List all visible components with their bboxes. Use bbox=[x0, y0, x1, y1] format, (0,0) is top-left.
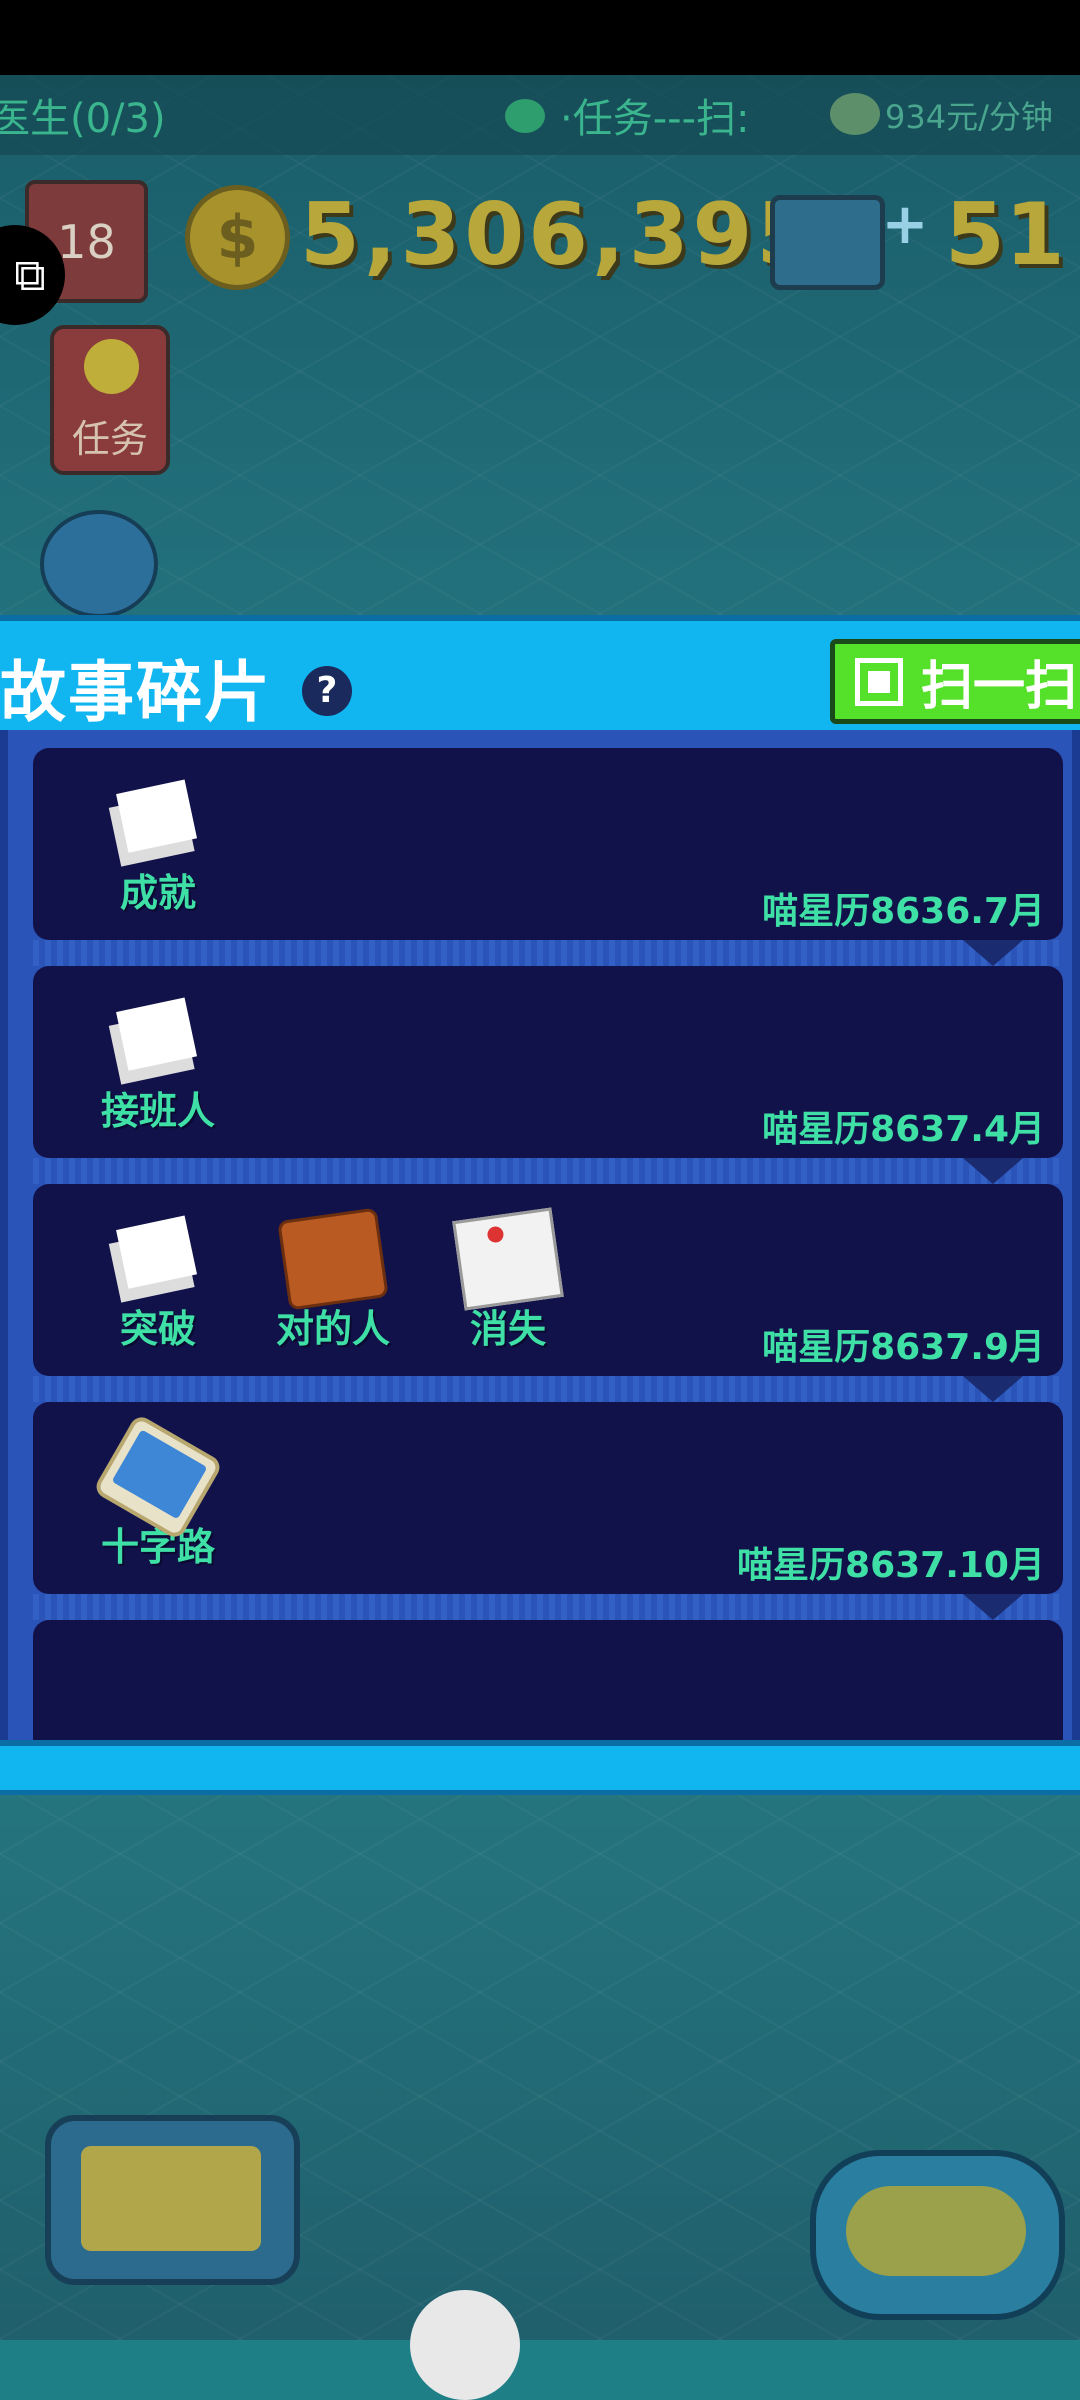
income-rate: 934元/分钟 bbox=[885, 98, 1053, 136]
ticker-left-text: 医生(0/3) bbox=[0, 96, 166, 142]
status-bar bbox=[0, 0, 1080, 75]
down-arrow-icon bbox=[963, 1594, 1023, 1620]
story-panel-header: 故事碎片 ? 扫一扫 bbox=[0, 615, 1080, 731]
qr-scan-icon bbox=[855, 657, 903, 706]
story-card[interactable]: 成就 喵星历8636.7月 bbox=[33, 748, 1063, 940]
panel-title: 故事碎片 bbox=[0, 654, 272, 731]
story-panel-footer bbox=[0, 1740, 1080, 1795]
story-card[interactable]: 十字路 喵星历8637.10月 bbox=[33, 1402, 1063, 1594]
story-item[interactable]: 十字路 bbox=[78, 1413, 238, 1571]
down-arrow-icon bbox=[963, 1376, 1023, 1402]
story-card[interactable]: 突破 对的人 消失 喵星历8637.9月 bbox=[33, 1184, 1063, 1376]
bubble-orb-icon[interactable] bbox=[410, 2290, 520, 2400]
cat-face-icon bbox=[81, 2146, 261, 2251]
story-date: 喵星历8636.7月 bbox=[762, 891, 1045, 932]
card-connector bbox=[33, 940, 1063, 966]
task-ticker[interactable]: 医生(0/3) ·任务---扫: 934元/分钟 bbox=[0, 75, 1080, 155]
coin-symbol: $ bbox=[216, 202, 259, 273]
story-date: 喵星历8637.9月 bbox=[762, 1327, 1045, 1368]
down-arrow-icon bbox=[963, 1158, 1023, 1184]
plus-icon[interactable]: + bbox=[880, 197, 930, 253]
money-counter: 5,306,395 bbox=[300, 185, 821, 285]
story-card[interactable] bbox=[33, 1620, 1063, 1740]
stamina-counter: 51 bbox=[945, 185, 1065, 285]
down-arrow-icon bbox=[963, 940, 1023, 966]
piggy-bank-icon bbox=[830, 93, 880, 135]
puzzle-icon: ⧉ bbox=[14, 249, 46, 301]
story-item[interactable]: 成就 bbox=[78, 768, 238, 917]
lightbulb-icon bbox=[84, 339, 139, 394]
task-button-label: 任务 bbox=[71, 417, 148, 461]
card-connector bbox=[33, 1594, 1063, 1620]
story-item[interactable]: 突破 bbox=[78, 1204, 238, 1353]
card-connector bbox=[33, 1376, 1063, 1402]
scan-button[interactable]: 扫一扫 bbox=[830, 639, 1080, 724]
chat-icon bbox=[505, 99, 545, 133]
card-connector bbox=[33, 1158, 1063, 1184]
ticker-task-text: ·任务---扫: bbox=[560, 96, 750, 142]
help-icon[interactable]: ? bbox=[302, 666, 352, 716]
story-card[interactable]: 接班人 喵星历8637.4月 bbox=[33, 966, 1063, 1158]
ambulance-icon[interactable] bbox=[40, 510, 158, 618]
coin-icon: $ bbox=[185, 185, 290, 290]
newspaper-icon bbox=[99, 1204, 217, 1314]
cat-menu-button[interactable] bbox=[810, 2150, 1065, 2320]
cat-ears-icon bbox=[846, 2186, 1026, 2276]
story-list[interactable]: 成就 喵星历8636.7月 接班人 喵星历8637.4月 突破 对的人 消失 喵… bbox=[0, 730, 1080, 1740]
tv-button[interactable] bbox=[45, 2115, 300, 2285]
story-item[interactable]: 对的人 bbox=[253, 1207, 413, 1353]
task-button[interactable]: 任务 bbox=[50, 325, 170, 475]
calendar-day: 18 bbox=[57, 214, 116, 269]
newspaper-icon bbox=[99, 768, 217, 878]
wallet-icon bbox=[277, 1207, 389, 1311]
story-date: 喵星历8637.10月 bbox=[737, 1545, 1045, 1586]
scan-button-label: 扫一扫 bbox=[921, 657, 1078, 717]
story-date: 喵星历8637.4月 bbox=[762, 1109, 1045, 1150]
story-item[interactable]: 接班人 bbox=[78, 986, 238, 1135]
story-item[interactable]: 消失 bbox=[428, 1207, 588, 1353]
medical-record-icon bbox=[452, 1207, 564, 1311]
fish-tank-icon[interactable] bbox=[770, 195, 885, 290]
